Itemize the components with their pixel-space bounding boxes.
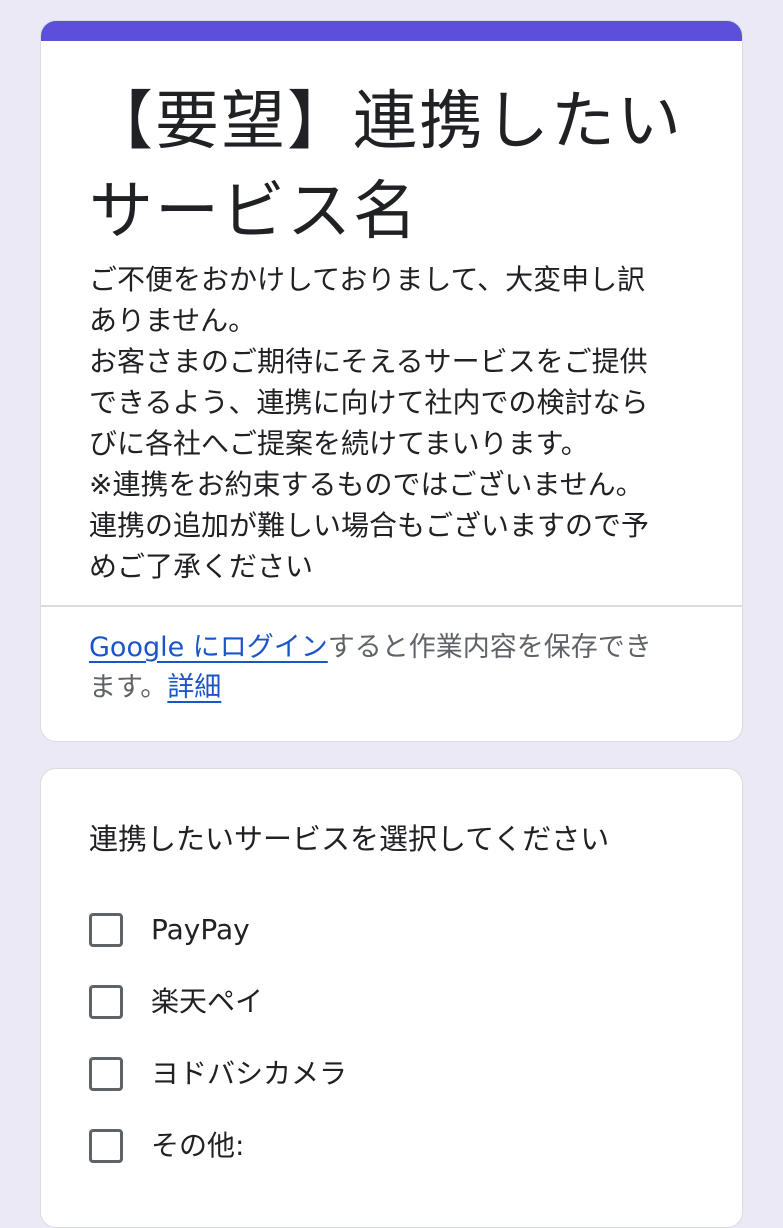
form-header-card: 【要望】連携したい サービス名 ご不便をおかけしておりまして、大変申し訳 ありま… bbox=[40, 20, 743, 742]
accent-bar bbox=[41, 21, 742, 41]
login-note-text: すると作業内容を保存でき bbox=[327, 632, 652, 663]
checkbox-options: PayPay 楽天ペイ ヨドバシカメラ その他: bbox=[89, 907, 347, 1195]
login-note: Google にログインすると作業内容を保存でき ます。詳細 bbox=[89, 628, 709, 708]
form-description: ご不便をおかけしておりまして、大変申し訳 ありません。 お客さまのご期待にそえる… bbox=[89, 259, 709, 587]
details-link[interactable]: 詳細 bbox=[167, 672, 221, 703]
option-label: ヨドバシカメラ bbox=[151, 1057, 348, 1090]
option-label: その他: bbox=[151, 1129, 245, 1162]
option-paypay[interactable]: PayPay bbox=[89, 907, 347, 979]
divider bbox=[41, 605, 742, 607]
checkbox[interactable] bbox=[89, 913, 123, 947]
option-rakuten-pay[interactable]: 楽天ペイ bbox=[89, 979, 347, 1051]
description-line: ありません。 bbox=[89, 304, 257, 337]
login-note-line: ます。詳細 bbox=[89, 668, 709, 708]
description-line: できるよう、連携に向けて社内での検討なら bbox=[89, 386, 649, 419]
option-other[interactable]: その他: bbox=[89, 1123, 347, 1195]
description-line: 連携の追加が難しい場合もございますので予 bbox=[89, 509, 650, 542]
option-yodobashi-camera[interactable]: ヨドバシカメラ bbox=[89, 1051, 347, 1123]
option-label: PayPay bbox=[151, 913, 250, 946]
checkbox[interactable] bbox=[89, 1129, 123, 1163]
question-card: 連携したいサービスを選択してください PayPay 楽天ペイ ヨドバシカメラ そ… bbox=[40, 768, 743, 1228]
description-line: ※連携をお約束するものではございません。 bbox=[89, 468, 644, 501]
question-title: 連携したいサービスを選択してください bbox=[89, 822, 610, 856]
checkbox[interactable] bbox=[89, 985, 123, 1019]
description-line: ご不便をおかけしておりまして、大変申し訳 bbox=[89, 263, 646, 296]
form-title: 【要望】連携したい サービス名 bbox=[89, 77, 709, 257]
option-label: 楽天ペイ bbox=[151, 985, 264, 1018]
login-note-text: ます。 bbox=[89, 672, 168, 703]
checkbox[interactable] bbox=[89, 1057, 123, 1091]
description-line: びに各社へご提案を続けてまいります。 bbox=[89, 427, 589, 460]
google-login-link[interactable]: Google にログイン bbox=[89, 632, 328, 663]
login-note-line: Google にログインすると作業内容を保存でき bbox=[89, 628, 709, 668]
form-title-line: 【要望】連携したい bbox=[89, 85, 683, 159]
form-title-line: サービス名 bbox=[89, 175, 419, 249]
description-line: めご了承ください bbox=[89, 550, 314, 583]
description-line: お客さまのご期待にそえるサービスをご提供 bbox=[89, 345, 648, 378]
